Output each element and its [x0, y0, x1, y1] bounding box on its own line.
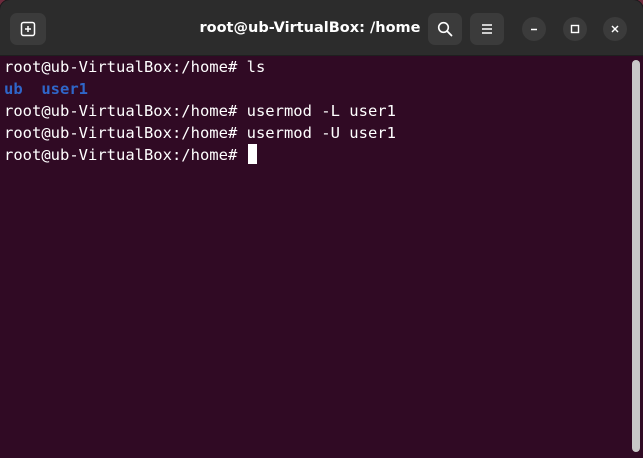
window-title: root@ub-VirtualBox: /home: [199, 20, 421, 36]
prompt: root@ub-VirtualBox:/home#: [4, 146, 238, 164]
close-button[interactable]: [603, 17, 627, 41]
menu-button[interactable]: [470, 13, 504, 45]
command: usermod -U user1: [237, 124, 396, 142]
command: usermod -L user1: [237, 102, 396, 120]
terminal-line: root@ub-VirtualBox:/home# ls: [4, 56, 643, 78]
minimize-icon: [531, 28, 537, 31]
maximize-button[interactable]: [563, 17, 587, 41]
prompt: root@ub-VirtualBox:/home#: [4, 124, 238, 142]
directory-entry: user1: [41, 80, 89, 98]
title-bar[interactable]: root@ub-VirtualBox: /home: [0, 0, 643, 56]
command: [237, 146, 246, 164]
search-button[interactable]: [428, 13, 462, 45]
terminal-line-current: root@ub-VirtualBox:/home#: [4, 144, 643, 166]
scrollbar[interactable]: [632, 60, 640, 452]
directory-entry: ub: [4, 80, 23, 98]
terminal-output[interactable]: root@ub-VirtualBox:/home# ls ub user1 ro…: [0, 56, 643, 458]
hamburger-menu-icon: [482, 24, 492, 34]
new-tab-icon: [20, 21, 36, 37]
search-icon: [437, 21, 453, 37]
maximize-icon: [570, 24, 580, 34]
prompt: root@ub-VirtualBox:/home#: [4, 102, 238, 120]
close-icon: [611, 25, 619, 33]
command: ls: [237, 58, 266, 76]
prompt: root@ub-VirtualBox:/home#: [4, 58, 238, 76]
terminal-line: root@ub-VirtualBox:/home# usermod -L use…: [4, 100, 643, 122]
terminal-line: ub user1: [4, 78, 643, 100]
text-cursor: [247, 144, 257, 164]
terminal-window: root@ub-VirtualBox: /home root@ub-Virtua…: [0, 0, 643, 458]
new-tab-button[interactable]: [10, 13, 46, 45]
minimize-button[interactable]: [522, 17, 546, 41]
terminal-line: root@ub-VirtualBox:/home# usermod -U use…: [4, 122, 643, 144]
